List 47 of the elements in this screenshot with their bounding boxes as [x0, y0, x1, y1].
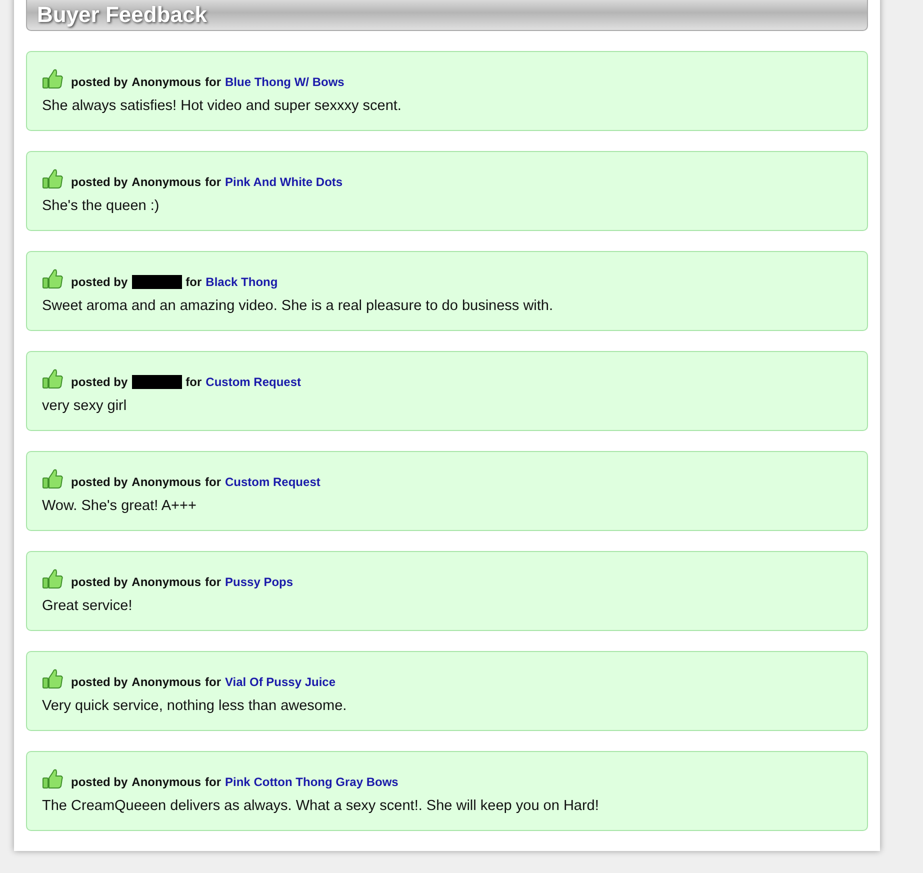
- author-name: Anonymous: [132, 175, 202, 189]
- feedback-comment: Great service!: [42, 598, 134, 614]
- feedback-comment: Wow. She's great! A+++: [42, 498, 198, 514]
- product-link[interactable]: Pink And White Dots: [225, 175, 343, 189]
- product-link[interactable]: Black Thong: [206, 275, 278, 289]
- for-label: for: [186, 275, 202, 289]
- thumbs-up-icon: [42, 569, 64, 589]
- author-name: Anonymous: [132, 675, 202, 689]
- posted-by-label: posted by: [71, 175, 128, 189]
- product-link[interactable]: Pink Cotton Thong Gray Bows: [225, 775, 398, 789]
- thumbs-up-icon: [42, 169, 64, 189]
- thumbs-up-icon: [42, 769, 64, 789]
- feedback-comment: She always satisfies! Hot video and super sexxxy scent.: [42, 98, 402, 114]
- product-link[interactable]: Blue Thong W/ Bows: [225, 75, 344, 89]
- author-name: Anonymous: [132, 575, 202, 589]
- author-name: Anonymous: [132, 775, 202, 789]
- feedback-comment: Very quick service, nothing less than awesome.: [42, 698, 348, 714]
- posted-by-label: posted by: [71, 475, 128, 489]
- product-link[interactable]: Pussy Pops: [225, 575, 294, 589]
- for-label: for: [186, 375, 202, 389]
- posted-by-label: posted by: [71, 75, 128, 89]
- thumbs-up-icon: [42, 469, 64, 489]
- for-label: for: [205, 675, 222, 689]
- for-label: for: [205, 475, 222, 489]
- thumbs-up-icon: [42, 369, 64, 389]
- posted-by-label: posted by: [71, 275, 128, 289]
- for-label: for: [205, 775, 222, 789]
- thumbs-up-icon: [42, 669, 64, 689]
- feedback-comment: She's the queen :): [42, 198, 160, 214]
- author-name: Anonymous: [132, 75, 202, 89]
- posted-by-label: posted by: [71, 575, 128, 589]
- thumbs-up-icon: [42, 269, 64, 289]
- posted-by-label: posted by: [71, 775, 128, 789]
- posted-by-label: posted by: [71, 375, 128, 389]
- product-link[interactable]: Custom Request: [225, 475, 320, 489]
- feedback-comment: Sweet aroma and an amazing video. She is a real pleasure to do business with.: [42, 298, 554, 314]
- product-link[interactable]: Vial Of Pussy Juice: [225, 675, 336, 689]
- thumbs-up-icon: [42, 69, 64, 89]
- product-link[interactable]: Custom Request: [206, 375, 302, 389]
- author-name: Anonymous: [132, 475, 202, 489]
- feedback-comment: The CreamQueeen delivers as always. What a sexy scent!. She will keep you on Hard!: [42, 798, 600, 814]
- for-label: for: [205, 75, 222, 89]
- section-title: Buyer Feedback: [37, 0, 207, 28]
- posted-by-label: posted by: [71, 675, 128, 689]
- for-label: for: [205, 575, 222, 589]
- feedback-comment: very sexy girl: [42, 398, 128, 414]
- for-label: for: [205, 175, 222, 189]
